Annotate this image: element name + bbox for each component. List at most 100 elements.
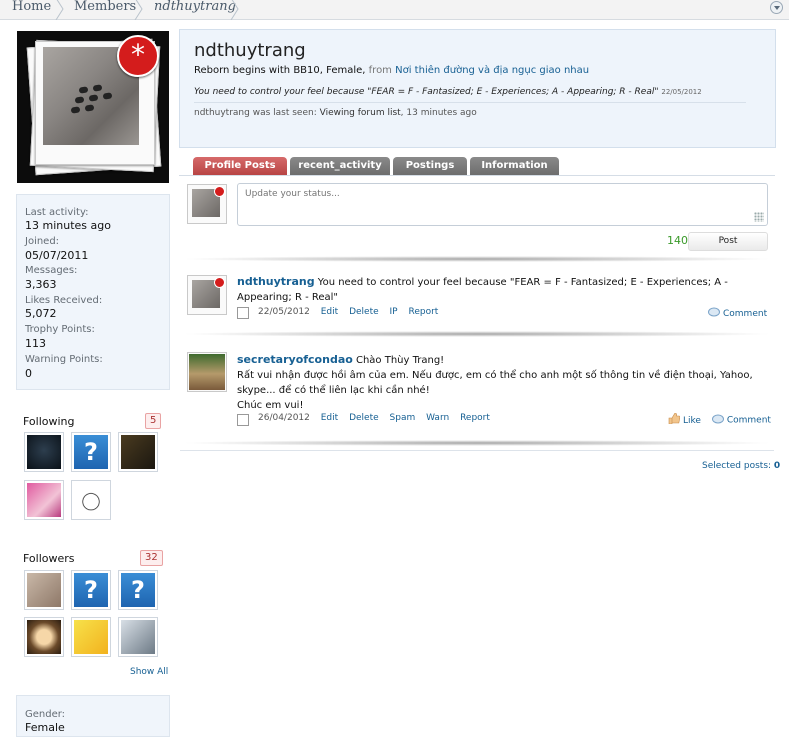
child-photo <box>27 483 61 517</box>
status-update-box[interactable] <box>237 183 768 226</box>
post-select-checkbox[interactable] <box>237 307 249 319</box>
post-author-avatar[interactable] <box>187 275 227 315</box>
like-link[interactable]: Like <box>683 416 701 426</box>
profile-header: ndthuytrang Reborn begins with BB10, Fem… <box>179 29 776 148</box>
collapse-icon[interactable] <box>770 1 783 14</box>
follower-avatar[interactable]: ? <box>71 570 111 610</box>
person-photo <box>27 573 61 607</box>
status-input[interactable] <box>243 188 747 200</box>
at-sign-icon <box>27 620 61 654</box>
report-link[interactable]: Report <box>408 307 438 317</box>
phone-photo <box>121 435 155 469</box>
last-seen: ndthuytrang was last seen: Viewing forum… <box>194 108 477 118</box>
stat-value: 3,363 <box>25 278 57 291</box>
stat-value: 5,072 <box>25 307 57 320</box>
stat-label: Joined: <box>25 236 60 247</box>
delete-link[interactable]: Delete <box>349 413 379 423</box>
selected-posts[interactable]: Selected posts: 0 <box>702 461 780 471</box>
char-counter: 140 <box>667 234 688 247</box>
follower-avatar[interactable]: ? <box>118 570 158 610</box>
breadcrumb-members[interactable]: Members <box>74 0 136 19</box>
post-author-link[interactable]: ndthuytrang <box>237 275 315 288</box>
trollface-icon <box>74 483 108 517</box>
selected-posts-count: 0 <box>773 461 781 471</box>
following-heading: Following <box>23 415 75 428</box>
my-avatar[interactable] <box>187 184 227 224</box>
profile-stats: Last activity: 13 minutes ago Joined: 0 5… <box>16 194 170 390</box>
profile-post: secretaryofcondao Chào Thùy Trang! Rất v… <box>237 352 772 413</box>
location-link[interactable]: Nơi thiên đường và địa ngục giao nhau <box>395 65 589 76</box>
spam-link[interactable]: Spam <box>390 413 416 423</box>
edit-link[interactable]: Edit <box>321 307 338 317</box>
post-line: skype... để có thể liên lạc khi cần nhé! <box>237 385 430 396</box>
follower-avatar[interactable] <box>24 617 64 657</box>
blackberry-logo-icon <box>27 435 61 469</box>
breadcrumb-current[interactable]: ndthuytrang <box>154 0 236 19</box>
comment-link[interactable]: Comment <box>727 416 771 426</box>
stat-value: 0 <box>25 367 32 380</box>
last-seen-activity-link[interactable]: Viewing forum list <box>320 108 401 118</box>
comment-link[interactable]: Comment <box>723 309 767 319</box>
breadcrumb-home[interactable]: Home <box>12 0 51 19</box>
report-link[interactable]: Report <box>460 413 490 423</box>
profile-username: ndthuytrang <box>194 40 306 61</box>
post-meta: 22/05/2012 Edit Delete IP Report <box>258 307 446 317</box>
question-avatar-icon: ? <box>121 573 155 607</box>
profile-post: ndthuytrang You need to control your fee… <box>237 274 772 305</box>
profile-blurb: Reborn begins with BB10, Female, from Nơ… <box>194 65 589 76</box>
post-actions: Like Comment <box>668 412 771 427</box>
post-status-button[interactable]: Post <box>688 232 768 251</box>
tab-profile-posts[interactable]: Profile Posts <box>193 157 287 175</box>
ip-link[interactable]: IP <box>390 307 398 317</box>
post-author-link[interactable]: secretaryofcondao <box>237 353 353 366</box>
tab-recent-activity[interactable]: recent_activity <box>290 157 390 175</box>
stat-label: Last activity: <box>25 207 89 218</box>
post-line: Chúc em vui! <box>237 400 304 411</box>
breadcrumb: Home Members ndthuytrang <box>0 0 789 20</box>
show-all-link[interactable]: Show All <box>130 667 168 677</box>
follower-avatar[interactable] <box>71 617 111 657</box>
question-avatar-icon: ? <box>74 573 108 607</box>
delete-link[interactable]: Delete <box>349 307 379 317</box>
post-line: Chào Thùy Trang! <box>355 355 445 366</box>
asterisk-badge-icon <box>214 186 225 197</box>
followers-heading: Followers <box>23 552 75 565</box>
post-date: 22/05/2012 <box>258 307 310 317</box>
stat-value: 13 minutes ago <box>25 219 111 232</box>
following-avatar[interactable]: ? <box>71 432 111 472</box>
post-author-avatar[interactable] <box>187 352 227 392</box>
edit-link[interactable]: Edit <box>321 413 338 423</box>
breadcrumb-separator-icon <box>55 0 65 20</box>
tab-information[interactable]: Information <box>470 157 559 175</box>
stat-label: Likes Received: <box>25 295 103 306</box>
question-avatar-icon: ? <box>74 435 108 469</box>
stat-label: Warning Points: <box>25 354 103 365</box>
follower-avatar[interactable] <box>24 570 64 610</box>
thumbs-up-icon <box>668 412 681 427</box>
follower-avatar[interactable] <box>118 617 158 657</box>
tab-underline <box>179 175 775 176</box>
asterisk-badge-icon: * <box>117 35 159 77</box>
warn-link[interactable]: Warn <box>426 413 449 423</box>
post-meta: 26/04/2012 Edit Delete Spam Warn Report <box>258 413 498 423</box>
following-avatar[interactable] <box>24 480 64 520</box>
profile-avatar[interactable]: * <box>17 31 169 183</box>
post-actions: Comment <box>708 307 767 320</box>
followers-count-badge: 32 <box>140 550 163 566</box>
following-avatar[interactable] <box>118 432 158 472</box>
stat-label: Trophy Points: <box>25 324 95 335</box>
following-count-badge: 5 <box>145 413 162 429</box>
resize-grip-icon[interactable] <box>754 212 764 222</box>
breadcrumb-separator-icon <box>134 0 144 20</box>
gender-label: Gender: <box>25 709 66 720</box>
divider <box>180 440 774 446</box>
post-date: 26/04/2012 <box>258 413 310 423</box>
post-select-checkbox[interactable] <box>237 414 249 426</box>
tab-postings[interactable]: Postings <box>393 157 467 175</box>
divider <box>180 331 774 337</box>
post-line: Rất vui nhận được hồi âm của em. Nếu đượ… <box>237 370 753 381</box>
following-avatar[interactable] <box>24 432 64 472</box>
following-avatar[interactable] <box>71 480 111 520</box>
divider <box>180 450 774 451</box>
last-seen-time: 13 minutes ago <box>406 108 477 118</box>
